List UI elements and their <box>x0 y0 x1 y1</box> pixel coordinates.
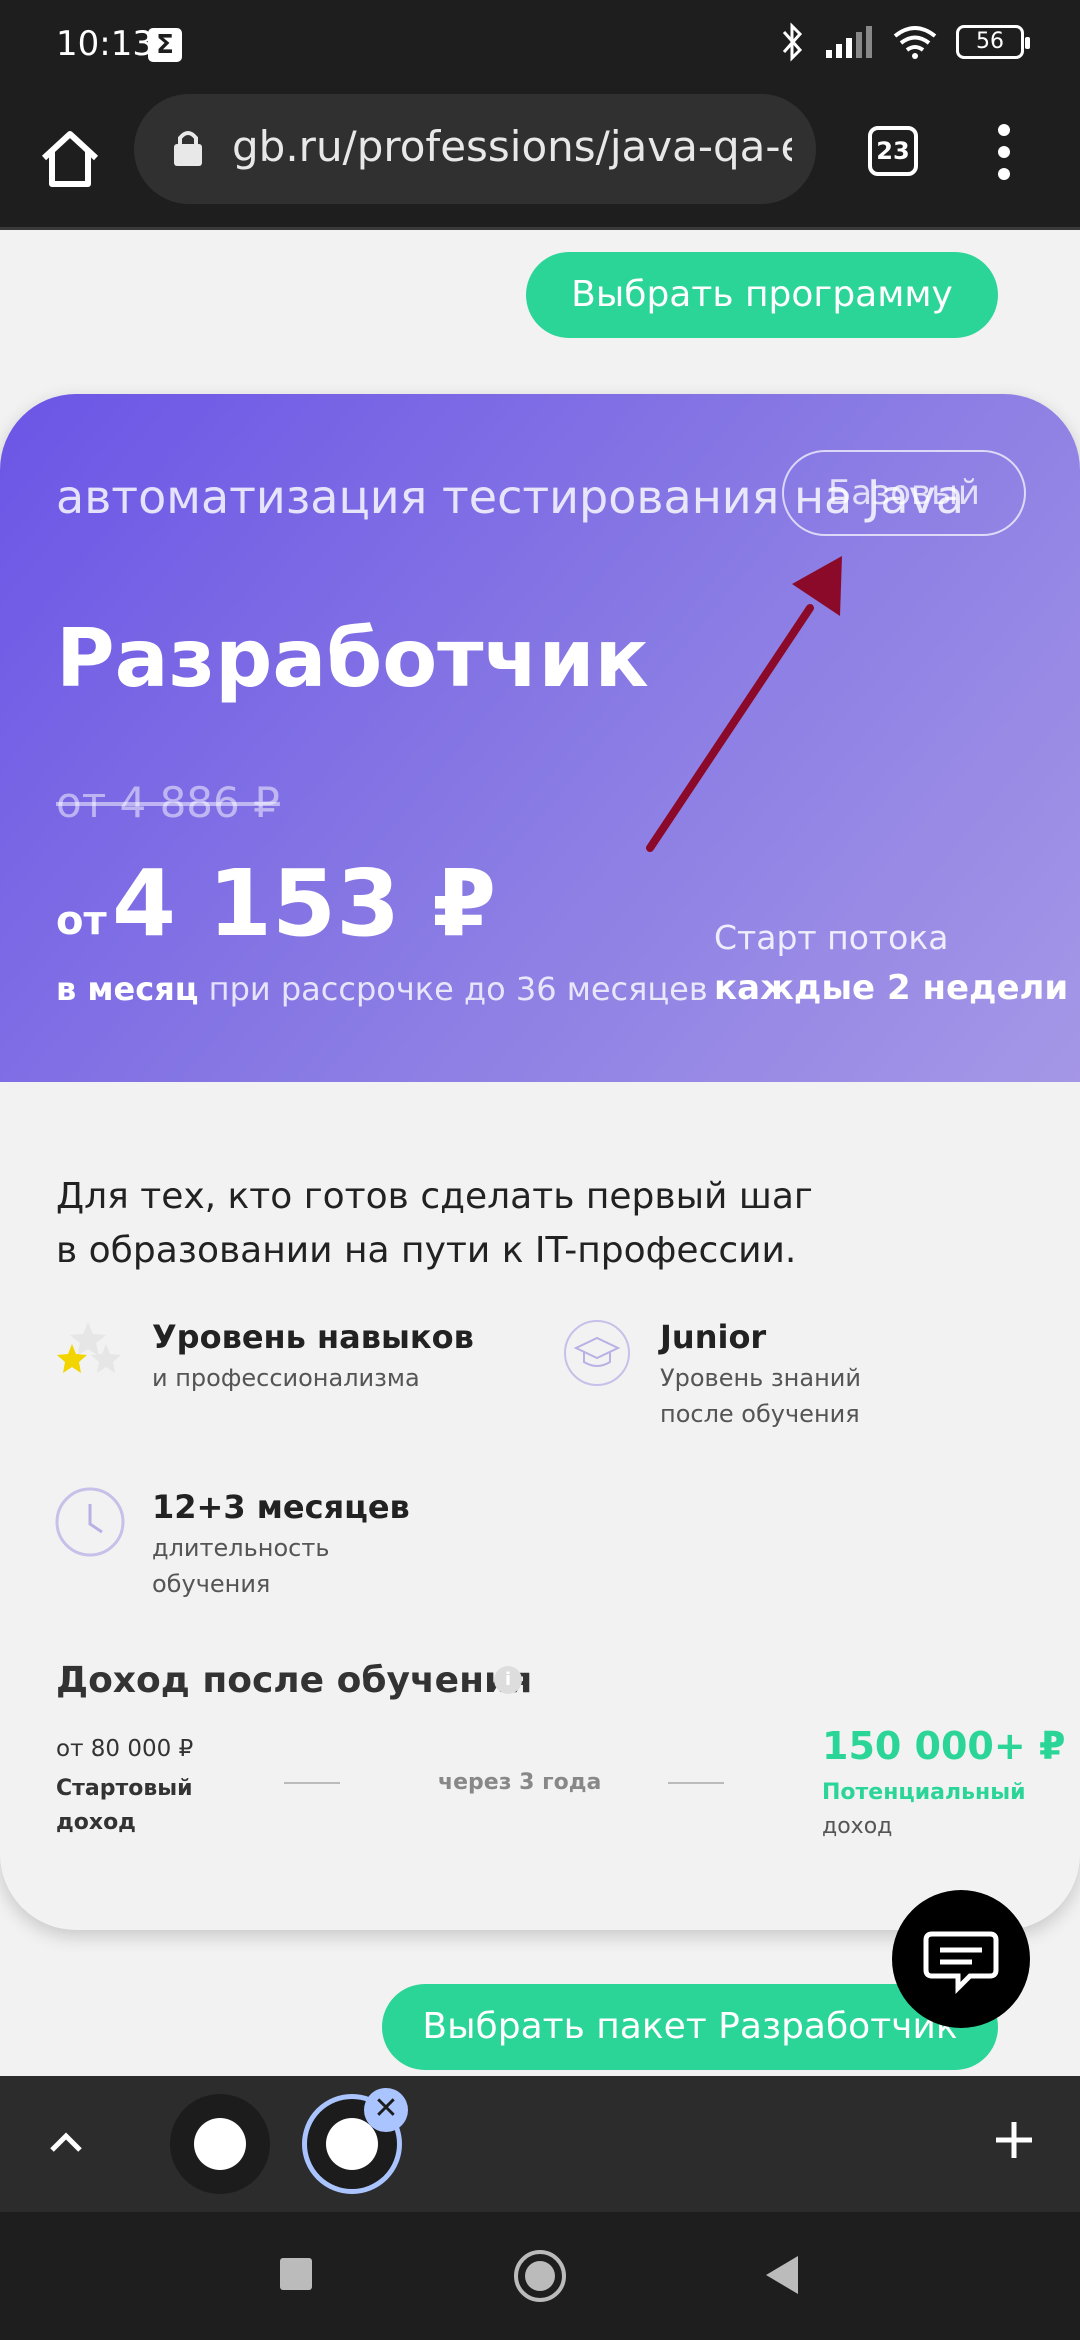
address-bar[interactable]: gb.ru/professions/java-qa-en <box>134 94 816 204</box>
plan-level-badge[interactable]: Базовый <box>782 450 1026 536</box>
price-from-label: от <box>56 898 107 944</box>
lock-icon <box>174 131 202 166</box>
wifi-icon <box>893 26 937 59</box>
overflow-menu-icon[interactable] <box>984 124 1024 184</box>
start-income-label: Стартовый доход <box>56 1772 196 1840</box>
feature-sub: обучения <box>152 1570 271 1598</box>
url-text[interactable]: gb.ru/professions/java-qa-en <box>232 122 792 171</box>
plan-title: Разработчик <box>56 612 649 705</box>
feature-sub: после обучения <box>660 1400 860 1428</box>
plan-hero: автоматизация тестирования на Java Базов… <box>0 394 1080 1082</box>
description-line: в образовании на пути к IT-профессии. <box>56 1230 797 1271</box>
bluetooth-icon <box>782 22 803 62</box>
feature-title: Уровень навыков <box>152 1318 474 1356</box>
signal-icon <box>826 26 872 58</box>
graduation-cap-icon <box>564 1320 630 1386</box>
tab-switcher-button[interactable]: 23 <box>868 126 918 176</box>
installment-bold: в месяц <box>56 970 199 1008</box>
feature-skill: Уровень навыков и профессионализма <box>152 1318 474 1396</box>
home-icon[interactable] <box>30 118 110 198</box>
status-bar: 10:13 Σ 56 <box>0 0 1080 90</box>
income-period: через 3 года <box>438 1770 602 1795</box>
battery-indicator: 56 <box>956 25 1030 59</box>
chat-icon <box>923 1931 999 1995</box>
info-icon[interactable]: i <box>494 1666 522 1694</box>
installment-note: в месяц при рассрочке до 36 месяцев <box>56 970 708 1008</box>
feature-sub: длительность <box>152 1534 330 1562</box>
close-tab-icon[interactable]: ✕ <box>364 2088 408 2132</box>
stars-icon <box>57 1322 121 1373</box>
feature-title: Junior <box>660 1318 767 1356</box>
feature-sub: и профессионализма <box>152 1364 420 1392</box>
browser-toolbar: gb.ru/professions/java-qa-en 23 <box>0 90 1080 230</box>
choose-program-button[interactable]: Выбрать программу <box>526 252 998 338</box>
clock-icon <box>55 1487 125 1557</box>
chevron-up-icon[interactable] <box>44 2120 88 2164</box>
tab-strip <box>0 2076 1080 2212</box>
status-time: 10:13 <box>56 24 154 64</box>
new-tab-plus-icon[interactable] <box>992 2118 1036 2162</box>
potential-income-value: 150 000+ ₽ <box>822 1724 1066 1768</box>
income-arrow-line <box>284 1782 340 1784</box>
start-income-value: от 80 000 ₽ <box>56 1736 194 1762</box>
system-nav-bar <box>0 2212 1080 2340</box>
home-nav-icon[interactable] <box>512 2248 568 2304</box>
tab-thumbnail[interactable] <box>170 2094 270 2194</box>
description-line: Для тех, кто готов сделать первый шаг <box>56 1176 813 1217</box>
feature-level: Junior Уровень знаний после обучения <box>660 1318 861 1432</box>
sigma-app-icon: Σ <box>148 28 182 62</box>
start-income-label-line: доход <box>56 1810 136 1835</box>
income-arrow-line <box>668 1782 724 1784</box>
potential-income-label: Потенциальный <box>822 1780 1026 1805</box>
price: 4 153 ₽ <box>112 850 497 957</box>
chat-button[interactable] <box>892 1890 1030 2028</box>
recents-icon[interactable] <box>278 2256 314 2292</box>
feature-title: 12+3 месяцев <box>152 1488 410 1526</box>
potential-income-sub: доход <box>822 1814 893 1839</box>
old-price: от 4 886 ₽ <box>56 778 280 827</box>
installment-text: при рассрочке до 36 месяцев <box>198 970 708 1008</box>
back-icon[interactable] <box>762 2254 802 2296</box>
stream-start-value: каждые 2 недели <box>714 968 1069 1008</box>
stream-start-label: Старт потока <box>714 918 949 957</box>
site-logo-icon <box>194 2118 246 2170</box>
plan-description: Для тех, кто готов сделать первый шаг в … <box>56 1170 813 1278</box>
start-income-label-line: Стартовый <box>56 1776 193 1801</box>
feature-sub: Уровень знаний <box>660 1364 861 1392</box>
feature-duration: 12+3 месяцев длительность обучения <box>152 1488 410 1602</box>
income-title: Доход после обучения <box>56 1660 533 1701</box>
